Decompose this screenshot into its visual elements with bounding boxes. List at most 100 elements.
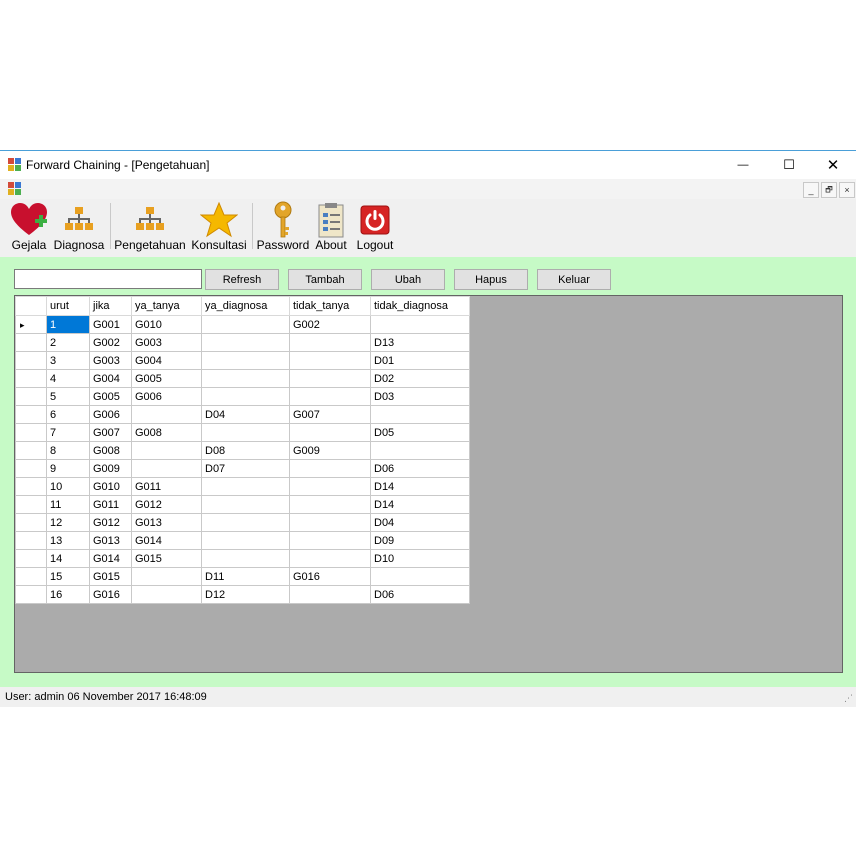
row-header[interactable] [15, 369, 47, 388]
row-header[interactable] [15, 333, 47, 352]
table-cell[interactable] [289, 387, 371, 406]
table-row[interactable]: 3 G003 G004 D01 [15, 351, 470, 370]
table-cell[interactable] [289, 549, 371, 568]
table-cell[interactable]: D05 [370, 423, 470, 442]
table-row[interactable]: 11 G011 G012 D14 [15, 495, 470, 514]
table-cell[interactable] [289, 585, 371, 604]
table-cell[interactable]: 14 [46, 549, 90, 568]
toolbar-gejala-button[interactable]: Gejala [8, 201, 50, 253]
table-cell[interactable]: D14 [370, 477, 470, 496]
table-cell[interactable]: 13 [46, 531, 90, 550]
column-header[interactable]: ya_diagnosa [201, 296, 290, 316]
table-cell[interactable]: D02 [370, 369, 470, 388]
table-cell[interactable]: D01 [370, 351, 470, 370]
table-cell[interactable]: G013 [89, 531, 132, 550]
table-cell[interactable] [370, 567, 470, 586]
row-header[interactable] [15, 495, 47, 514]
table-cell[interactable]: G002 [289, 315, 371, 334]
table-cell[interactable] [201, 387, 290, 406]
table-row[interactable]: 13 G013 G014 D09 [15, 531, 470, 550]
table-cell[interactable]: G003 [131, 333, 202, 352]
row-header[interactable] [15, 585, 47, 604]
table-row[interactable]: 4 G004 G005 D02 [15, 369, 470, 388]
table-cell[interactable] [289, 333, 371, 352]
table-cell[interactable] [131, 585, 202, 604]
data-grid[interactable]: urut jika ya_tanya ya_diagnosa tidak_tan… [14, 295, 843, 673]
table-cell[interactable]: 7 [46, 423, 90, 442]
table-cell[interactable]: 9 [46, 459, 90, 478]
table-cell[interactable]: G007 [89, 423, 132, 442]
table-cell[interactable]: G015 [131, 549, 202, 568]
table-cell[interactable]: G008 [131, 423, 202, 442]
table-cell[interactable]: G001 [89, 315, 132, 334]
table-row[interactable]: 10 G010 G011 D14 [15, 477, 470, 496]
row-header[interactable] [15, 459, 47, 478]
table-cell[interactable]: D06 [370, 459, 470, 478]
window-close-button[interactable]: ✕ [810, 151, 856, 179]
table-cell[interactable]: G006 [89, 405, 132, 424]
table-cell[interactable] [370, 315, 470, 334]
table-cell[interactable] [131, 567, 202, 586]
table-cell[interactable]: D09 [370, 531, 470, 550]
table-row[interactable]: 16 G016 D12 D06 [15, 585, 470, 604]
table-cell[interactable] [131, 441, 202, 460]
row-header[interactable] [15, 531, 47, 550]
table-cell[interactable] [201, 477, 290, 496]
table-cell[interactable]: G013 [131, 513, 202, 532]
column-header[interactable]: tidak_tanya [289, 296, 371, 316]
table-cell[interactable]: D03 [370, 387, 470, 406]
table-cell[interactable] [289, 351, 371, 370]
table-cell[interactable] [289, 531, 371, 550]
table-cell[interactable]: G014 [131, 531, 202, 550]
ubah-button[interactable]: Ubah [371, 269, 445, 290]
table-cell[interactable]: G008 [89, 441, 132, 460]
row-header[interactable] [15, 423, 47, 442]
toolbar-logout-button[interactable]: Logout [355, 201, 395, 253]
toolbar-konsultasi-button[interactable]: Konsultasi [191, 201, 247, 253]
table-cell[interactable]: G004 [89, 369, 132, 388]
table-cell[interactable] [201, 549, 290, 568]
window-maximize-button[interactable]: ☐ [766, 151, 812, 179]
table-cell[interactable]: G010 [131, 315, 202, 334]
refresh-button[interactable]: Refresh [205, 269, 279, 290]
table-cell[interactable]: G012 [131, 495, 202, 514]
table-row[interactable]: 5 G005 G006 D03 [15, 387, 470, 406]
table-cell[interactable] [201, 369, 290, 388]
row-header[interactable] [15, 549, 47, 568]
table-cell[interactable]: D07 [201, 459, 290, 478]
table-cell[interactable]: 11 [46, 495, 90, 514]
tambah-button[interactable]: Tambah [288, 269, 362, 290]
mdi-minimize-button[interactable]: _ [803, 182, 819, 198]
table-cell[interactable]: G007 [289, 405, 371, 424]
table-cell[interactable]: D10 [370, 549, 470, 568]
table-row[interactable]: 9 G009 D07 D06 [15, 459, 470, 478]
table-cell[interactable] [201, 351, 290, 370]
table-cell[interactable]: 5 [46, 387, 90, 406]
table-cell[interactable] [370, 441, 470, 460]
table-cell[interactable] [201, 495, 290, 514]
mdi-close-button[interactable]: × [839, 182, 855, 198]
row-header[interactable]: ▸ [15, 315, 47, 334]
table-cell[interactable]: 16 [46, 585, 90, 604]
table-row[interactable]: ▸ 1 G001 G010 G002 [15, 315, 470, 334]
row-header[interactable] [15, 351, 47, 370]
table-cell[interactable]: 4 [46, 369, 90, 388]
table-row[interactable]: 7 G007 G008 D05 [15, 423, 470, 442]
table-row[interactable]: 2 G002 G003 D13 [15, 333, 470, 352]
table-cell[interactable]: G009 [289, 441, 371, 460]
row-header[interactable] [15, 477, 47, 496]
column-header[interactable]: urut [46, 296, 90, 316]
table-cell[interactable]: G009 [89, 459, 132, 478]
table-cell[interactable] [201, 423, 290, 442]
table-cell[interactable]: 12 [46, 513, 90, 532]
table-cell[interactable] [370, 405, 470, 424]
table-cell[interactable]: G002 [89, 333, 132, 352]
column-header[interactable]: ya_tanya [131, 296, 202, 316]
search-input[interactable] [14, 269, 202, 289]
table-cell[interactable]: D08 [201, 441, 290, 460]
keluar-button[interactable]: Keluar [537, 269, 611, 290]
table-cell[interactable] [289, 369, 371, 388]
table-cell[interactable]: D04 [370, 513, 470, 532]
table-cell[interactable]: 10 [46, 477, 90, 496]
table-cell[interactable] [289, 495, 371, 514]
